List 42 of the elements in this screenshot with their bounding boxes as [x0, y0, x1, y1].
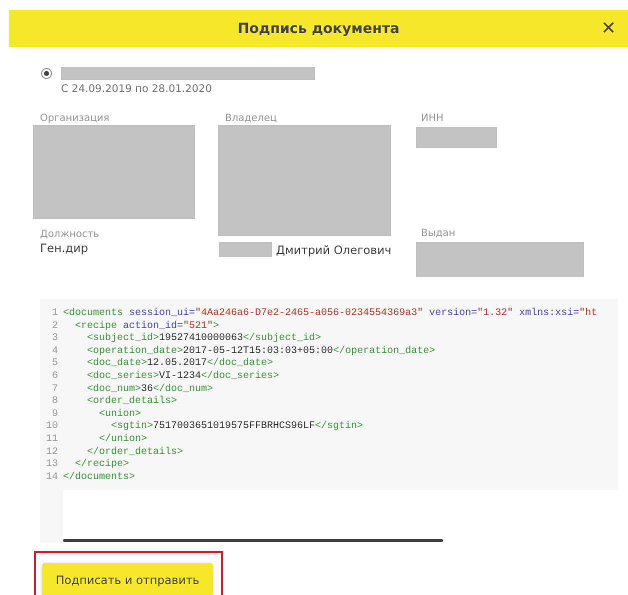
line-number: 2	[50, 320, 59, 333]
field-value: Ген.дир	[39, 241, 89, 255]
code-line: </order_details>	[86, 446, 184, 458]
line-number: 1	[50, 308, 59, 321]
line-number: 8	[50, 396, 59, 409]
code-line: </recipe>	[74, 459, 130, 472]
code-line: <operation_date>2017-05-12T15:03:03+05:00</operation_date>	[86, 346, 436, 358]
line-number: 9	[50, 408, 59, 421]
redacted-block	[219, 242, 272, 257]
code-line: <union>	[98, 408, 142, 420]
close-button[interactable]: ✕	[599, 17, 618, 39]
code-line: <doc_series>VI-1234</doc_series>	[86, 370, 280, 384]
scrollbar-thumb[interactable]	[63, 538, 443, 542]
code-line: <recipe action_id="521">	[74, 320, 220, 332]
field-label: Владелец	[224, 113, 278, 125]
line-number: 10	[44, 421, 59, 434]
field-value: Дмитрий Олегович	[275, 242, 392, 256]
field-label: Организация	[39, 113, 110, 125]
line-number: 7	[50, 384, 59, 396]
code-line: <sgtin>7517003651019575FFBRHCS96LF</sgtin>	[110, 421, 364, 434]
field-label: Должность	[39, 229, 100, 241]
code-line: <documents session_ui="4Aa246a6-D7e2-2465-a056-0234554369a3" version="1.32" xmlns:xsi="ht	[63, 308, 598, 320]
code-line: <order_details>	[86, 396, 178, 408]
radio-button[interactable]	[41, 68, 52, 79]
code-line: </union>	[98, 434, 148, 446]
line-number: 6	[50, 370, 59, 384]
code-line: <subject_id>19527410000063</subject_id>	[86, 333, 322, 346]
line-number: 11	[44, 434, 59, 447]
line-number: 14	[44, 472, 59, 484]
line-number: 4	[50, 346, 59, 358]
code-line: <doc_num>36</doc_num>	[86, 384, 214, 396]
validity-text: С 24.09.2019 по 28.01.2020	[61, 83, 213, 95]
line-number: 13	[44, 459, 59, 472]
field-label: ИНН	[420, 113, 445, 125]
code-line: <doc_date>12.05.2017</doc_date>	[86, 358, 274, 370]
line-number: 3	[50, 333, 59, 346]
line-number: 12	[44, 446, 59, 459]
code-line: </documents>	[63, 472, 136, 484]
submit-button[interactable]: Подписать и отправить	[42, 563, 213, 595]
line-number: 5	[50, 358, 59, 371]
field-label: Выдан	[420, 228, 456, 240]
dialog-title: Подпись документа	[238, 20, 400, 36]
